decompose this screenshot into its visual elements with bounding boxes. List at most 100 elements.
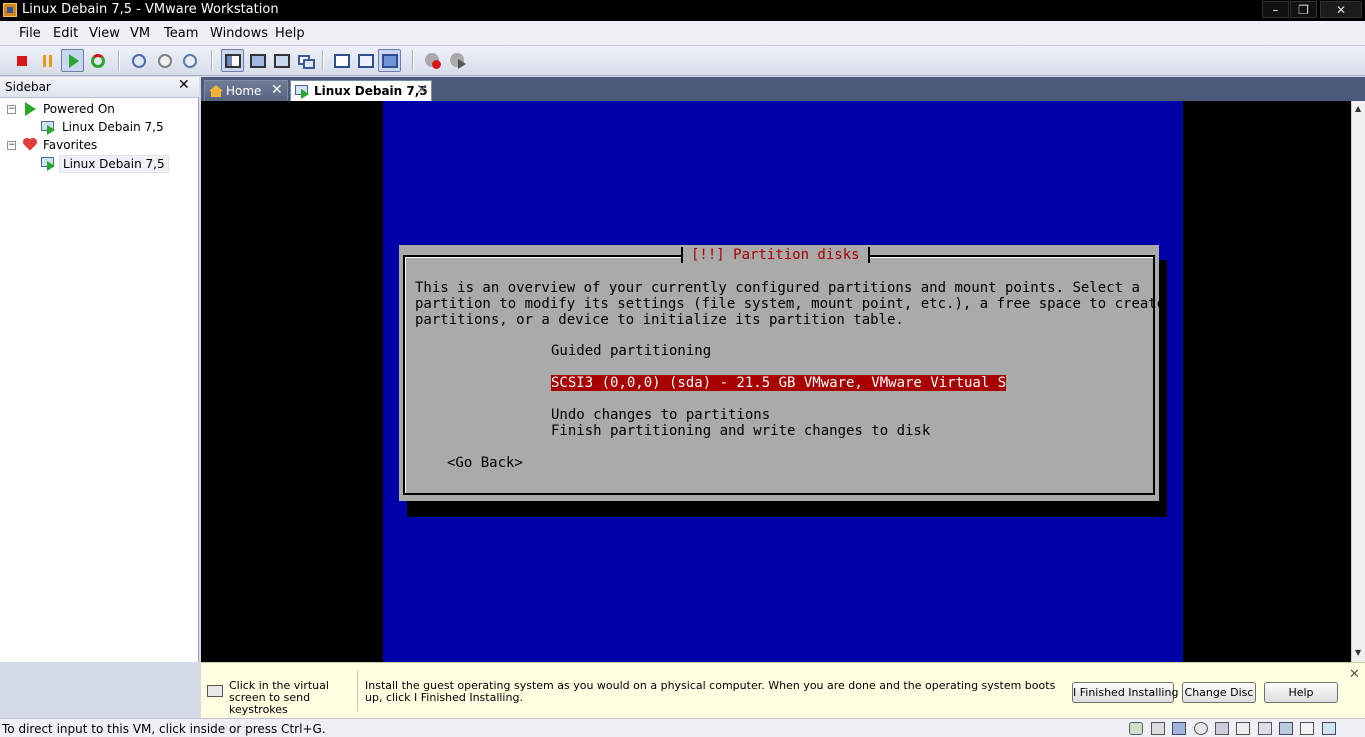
power-on-button[interactable]: [61, 49, 84, 72]
sidebar-title: Sidebar: [5, 80, 51, 94]
vm-console[interactable]: [!!] Partition disks This is an overview…: [201, 101, 1351, 662]
toolbar: [0, 46, 1365, 76]
view-unity-button[interactable]: [294, 49, 317, 72]
sidebar: Sidebar ✕ − Powered On Linux Debain 7,5 …: [0, 77, 199, 662]
snapshot-icon: [132, 54, 146, 68]
menu-bar: File Edit View VM Team Windows Help: [0, 21, 1365, 46]
hint-close-icon[interactable]: ✕: [1349, 667, 1360, 682]
menu-windows[interactable]: Windows: [210, 26, 268, 41]
option-undo-changes[interactable]: Undo changes to partitions: [551, 407, 770, 423]
menu-team[interactable]: Team: [164, 26, 198, 41]
reset-icon: [91, 54, 105, 68]
hint-click-to-send: Click in the virtual screen to send keys…: [229, 679, 329, 716]
dialog-description: This is an overview of your currently co…: [415, 280, 1166, 328]
tab-linux-debain[interactable]: Linux Debain 7,5 ✕: [290, 80, 432, 101]
view-full-screen-icon: [250, 54, 266, 68]
hard-disk-icon[interactable]: [1151, 722, 1165, 735]
sound-icon[interactable]: [1258, 722, 1272, 735]
sidebar-group-powered-on[interactable]: Powered On: [43, 102, 115, 116]
status-text: To direct input to this VM, click inside…: [2, 722, 326, 736]
help-button[interactable]: Help: [1264, 682, 1338, 703]
replay-button[interactable]: [446, 49, 469, 72]
heart-icon: [23, 138, 37, 151]
vm-icon: [41, 157, 56, 171]
printer-icon[interactable]: [1236, 722, 1250, 735]
view-tab-button[interactable]: [354, 49, 377, 72]
vertical-scrollbar[interactable]: ▲ ▼: [1351, 101, 1365, 662]
toolbar-divider: [211, 50, 212, 71]
view-quick-switch-icon: [274, 54, 290, 68]
view-full-screen-button[interactable]: [246, 49, 269, 72]
status-bar: To direct input to this VM, click inside…: [0, 718, 1365, 737]
revert-snapshot-icon: [158, 54, 172, 68]
restore-button[interactable]: ❐: [1290, 1, 1317, 18]
option-guided-partitioning[interactable]: Guided partitioning: [551, 343, 711, 359]
toolbar-divider: [118, 50, 119, 71]
display-icon[interactable]: [1279, 722, 1293, 735]
menu-file[interactable]: File: [19, 26, 41, 41]
cd-icon[interactable]: [1194, 722, 1208, 735]
keyboard-icon: [207, 685, 223, 697]
suspend-button[interactable]: [36, 49, 59, 72]
snapshot-manager-icon: [183, 54, 197, 68]
message-icon[interactable]: [1300, 722, 1314, 735]
reset-button[interactable]: [86, 49, 109, 72]
sidebar-item-linux-debain-favorite[interactable]: Linux Debain 7,5: [59, 155, 169, 173]
powered-on-icon: [25, 102, 36, 116]
power-off-button[interactable]: [10, 49, 33, 72]
toolbar-divider: [412, 50, 413, 71]
view-console-icon: [334, 54, 350, 68]
vm-icon: [295, 85, 310, 99]
menu-help[interactable]: Help: [275, 26, 305, 41]
tab-vm-close-icon[interactable]: ✕: [416, 82, 428, 98]
view-summary-button[interactable]: [378, 49, 401, 72]
go-back-button[interactable]: <Go Back>: [447, 455, 523, 471]
sidebar-close-icon[interactable]: ✕: [178, 77, 190, 93]
partition-dialog: [!!] Partition disks This is an overview…: [399, 245, 1165, 501]
suspend-icon: [43, 55, 46, 67]
menu-vm[interactable]: VM: [130, 26, 150, 41]
view-normal-icon: [225, 54, 241, 68]
option-finish-partitioning[interactable]: Finish partitioning and write changes to…: [551, 423, 930, 439]
network-icon[interactable]: [1129, 722, 1143, 735]
tab-home-close-icon[interactable]: ✕: [271, 82, 283, 98]
view-console-button[interactable]: [330, 49, 353, 72]
tab-home[interactable]: Home ✕: [204, 80, 288, 101]
revert-snapshot-button[interactable]: [153, 49, 176, 72]
toolbar-divider: [322, 50, 323, 71]
i-finished-installing-button[interactable]: I Finished Installing: [1072, 682, 1178, 703]
snapshot-button[interactable]: [127, 49, 150, 72]
close-window-button[interactable]: ✕: [1320, 1, 1362, 18]
menu-edit[interactable]: Edit: [53, 26, 78, 41]
sidebar-item-linux-debain-powered[interactable]: Linux Debain 7,5: [62, 120, 164, 134]
tree-toggle-favorites[interactable]: −: [7, 141, 16, 150]
vm-icon: [41, 121, 56, 135]
usb-icon[interactable]: [1215, 722, 1229, 735]
tab-vm-label: Linux Debain 7,5: [314, 84, 428, 98]
sidebar-header: Sidebar ✕: [0, 77, 199, 98]
scroll-down-icon[interactable]: ▼: [1355, 648, 1361, 657]
window-titlebar: Linux Debain 7,5 - VMware Workstation – …: [0, 0, 1365, 21]
view-normal-button[interactable]: [221, 49, 244, 72]
power-off-icon: [17, 56, 27, 66]
home-icon: [209, 85, 223, 97]
record-button[interactable]: [421, 49, 444, 72]
view-tab-icon: [358, 54, 374, 68]
scroll-up-icon[interactable]: ▲: [1355, 104, 1361, 113]
tree-toggle-powered-on[interactable]: −: [7, 105, 16, 114]
floppy-icon[interactable]: [1172, 722, 1186, 735]
vm-status-icon[interactable]: [1322, 722, 1336, 735]
tab-bar: Home ✕ Linux Debain 7,5 ✕: [201, 77, 1365, 101]
minimize-button[interactable]: –: [1262, 1, 1289, 18]
sidebar-group-favorites[interactable]: Favorites: [43, 138, 97, 152]
dialog-title: [!!] Partition disks: [681, 247, 870, 263]
hint-install-guest: Install the guest operating system as yo…: [365, 679, 1056, 704]
snapshot-manager-button[interactable]: [178, 49, 201, 72]
vmware-logo-icon: [3, 3, 17, 17]
change-disc-button[interactable]: Change Disc: [1182, 682, 1256, 703]
view-quick-switch-button[interactable]: [270, 49, 293, 72]
option-disk-sda[interactable]: SCSI3 (0,0,0) (sda) - 21.5 GB VMware, VM…: [551, 375, 1007, 391]
menu-view[interactable]: View: [89, 26, 120, 41]
power-on-icon: [69, 54, 79, 68]
guest-screen[interactable]: [!!] Partition disks This is an overview…: [383, 101, 1183, 662]
